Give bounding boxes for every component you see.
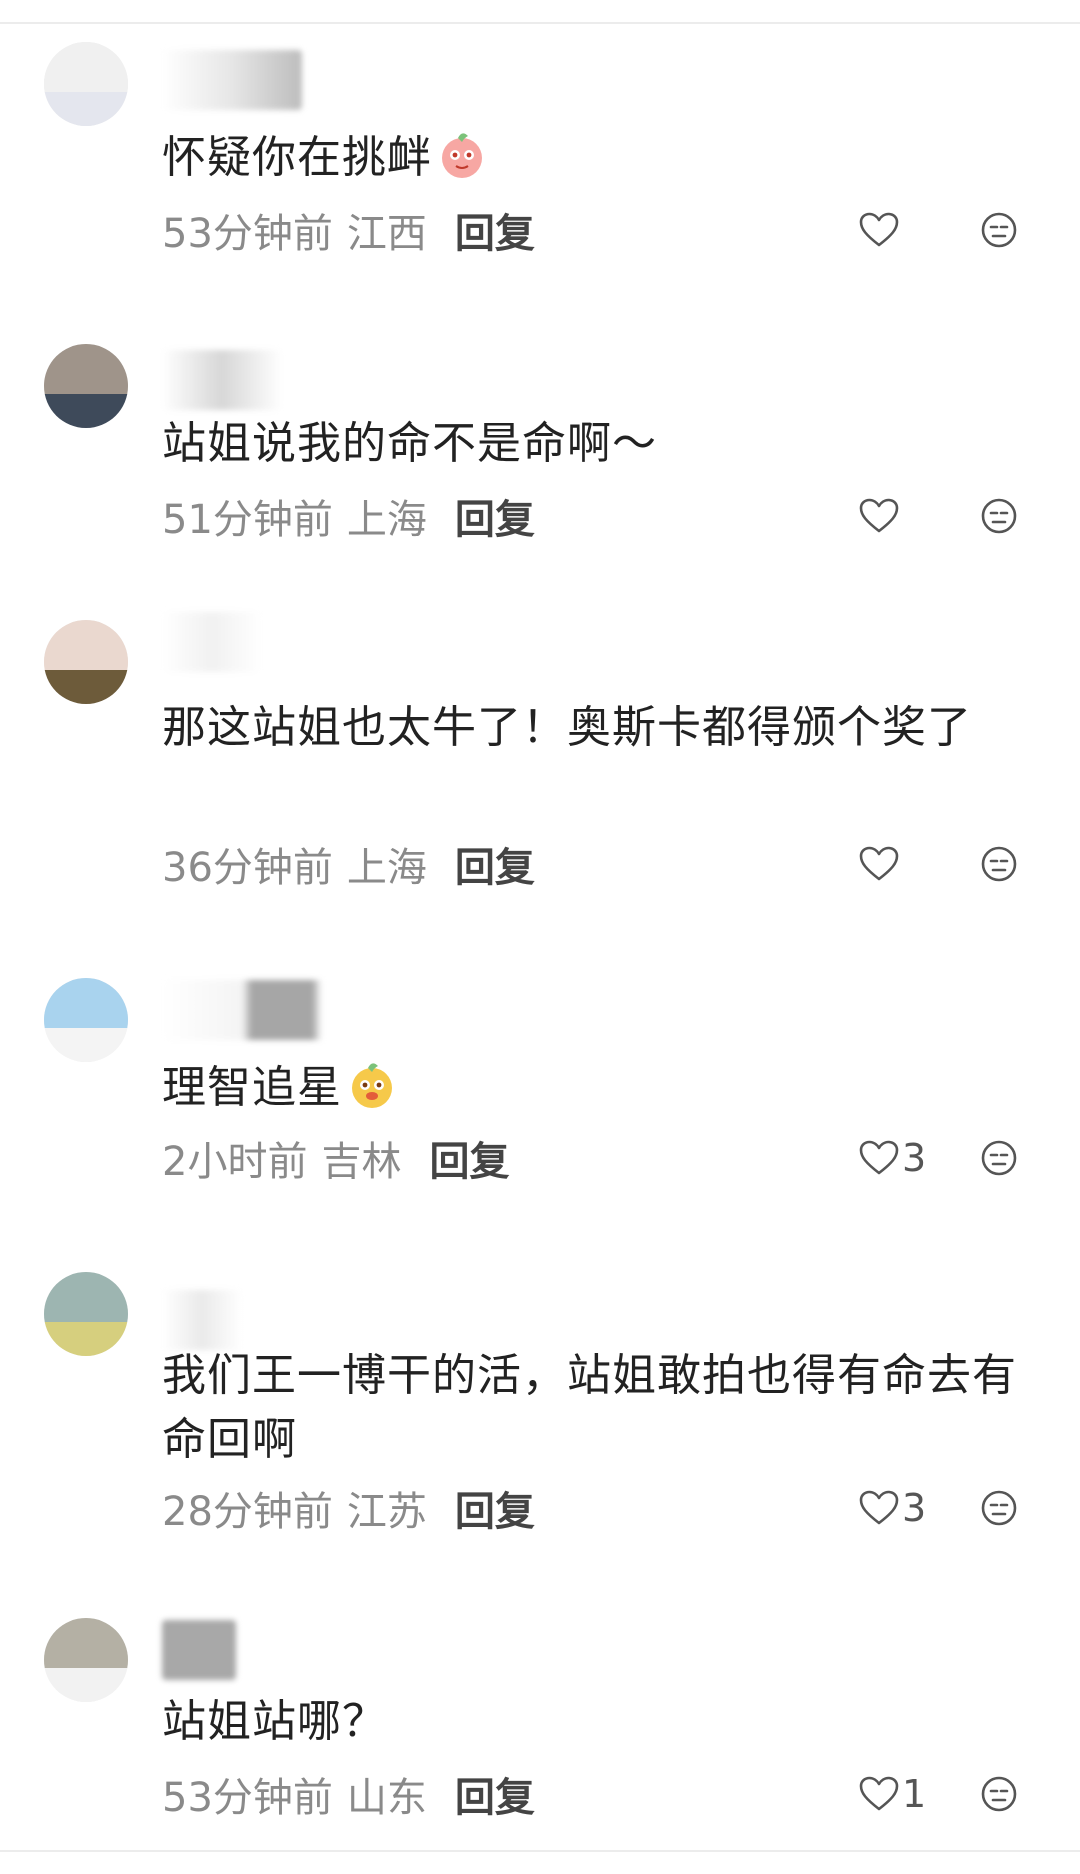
like-button[interactable] <box>858 488 902 544</box>
heart-outline-icon <box>859 212 899 247</box>
avatar[interactable] <box>44 1618 128 1702</box>
comment-location: 吉林 <box>321 1139 402 1185</box>
heart-outline-icon <box>859 846 899 881</box>
like-count: 3 <box>902 1486 927 1530</box>
avatar[interactable] <box>44 344 128 428</box>
like-button[interactable]: 3 <box>858 1130 926 1186</box>
username-redacted[interactable] <box>162 50 302 110</box>
comment-meta: 2小时前 吉林 回复 <box>162 1130 509 1186</box>
reply-button[interactable]: 回复 <box>455 487 535 545</box>
reply-button[interactable]: 回复 <box>455 201 535 259</box>
avatar[interactable] <box>44 978 128 1062</box>
comment-time: 36分钟前 <box>162 845 333 891</box>
reply-button[interactable]: 回复 <box>455 835 535 893</box>
comment-text-content: 站姐站哪？ <box>162 1696 387 1747</box>
neutral-face-icon <box>981 498 1017 534</box>
heart-outline-icon <box>859 1490 899 1525</box>
comment-text: 怀疑你在挑衅 <box>162 126 1032 190</box>
comment-meta: 36分钟前 上海 回复 <box>162 836 535 892</box>
yellow-dog-emoji <box>352 1063 392 1108</box>
heart-outline-icon <box>859 1776 899 1811</box>
comment-meta: 51分钟前 上海 回复 <box>162 488 535 544</box>
reply-button[interactable]: 回复 <box>455 1765 535 1823</box>
comment-location: 江西 <box>346 211 427 257</box>
dislike-button[interactable] <box>980 1130 1020 1186</box>
like-button[interactable]: 3 <box>858 1480 926 1536</box>
top-divider <box>0 22 1080 24</box>
heart-outline-icon <box>859 1140 899 1175</box>
comment-location: 上海 <box>346 845 427 891</box>
username-redacted[interactable] <box>162 980 362 1040</box>
avatar[interactable] <box>44 620 128 704</box>
comment-text: 那这站姐也太牛了！奥斯卡都得颁个奖了 <box>162 696 1032 760</box>
neutral-face-icon <box>981 1776 1017 1812</box>
username-redacted[interactable] <box>162 1290 242 1350</box>
username-redacted[interactable] <box>162 350 282 410</box>
comment-text-content: 那这站姐也太牛了！奥斯卡都得颁个奖了 <box>162 702 972 753</box>
dislike-button[interactable] <box>980 202 1020 258</box>
comment-location: 上海 <box>346 497 427 543</box>
username-redacted[interactable] <box>162 612 262 672</box>
dislike-button[interactable] <box>980 1766 1020 1822</box>
reply-button[interactable]: 回复 <box>429 1129 509 1187</box>
comment-time: 28分钟前 <box>162 1489 333 1535</box>
avatar[interactable] <box>44 1272 128 1356</box>
heart-outline-icon <box>859 498 899 533</box>
like-count: 3 <box>902 1136 927 1180</box>
like-button[interactable]: 1 <box>858 1766 926 1822</box>
neutral-face-icon <box>981 212 1017 248</box>
username-redacted[interactable] <box>162 1620 236 1680</box>
like-count: 1 <box>902 1772 927 1816</box>
neutral-face-icon <box>981 1140 1017 1176</box>
comment-text-content: 我们王一博干的活，站姐敢拍也得有命去有命回啊 <box>162 1350 1017 1465</box>
comment-meta: 53分钟前 山东 回复 <box>162 1766 535 1822</box>
comment-location: 江苏 <box>346 1489 427 1535</box>
comment-text-content: 理智追星 <box>162 1062 342 1113</box>
bottom-divider <box>0 1850 1080 1852</box>
dislike-button[interactable] <box>980 1480 1020 1536</box>
like-button[interactable] <box>858 202 902 258</box>
comment-meta: 53分钟前 江西 回复 <box>162 202 535 258</box>
neutral-face-icon <box>981 846 1017 882</box>
comment-time: 53分钟前 <box>162 1775 333 1821</box>
pink-peach-shy-emoji <box>442 133 482 178</box>
comment-text: 理智追星 <box>162 1056 1032 1120</box>
comment-location: 山东 <box>346 1775 427 1821</box>
comment-text-content: 怀疑你在挑衅 <box>162 132 432 183</box>
comment-time: 2小时前 <box>162 1139 308 1185</box>
comment-text: 站姐站哪？ <box>162 1690 1032 1754</box>
dislike-button[interactable] <box>980 836 1020 892</box>
comment-text: 站姐说我的命不是命啊～ <box>162 412 1032 476</box>
comment-list-page: 怀疑你在挑衅 53分钟前 江西 回复 站姐说我的命不是命啊～ 51分钟前 上海 … <box>0 0 1080 1874</box>
comment-text-content: 站姐说我的命不是命啊～ <box>162 418 657 469</box>
comment-time: 53分钟前 <box>162 211 333 257</box>
comment-text: 我们王一博干的活，站姐敢拍也得有命去有命回啊 <box>162 1344 1032 1472</box>
neutral-face-icon <box>981 1490 1017 1526</box>
comment-meta: 28分钟前 江苏 回复 <box>162 1480 535 1536</box>
avatar[interactable] <box>44 42 128 126</box>
reply-button[interactable]: 回复 <box>455 1479 535 1537</box>
comment-time: 51分钟前 <box>162 497 333 543</box>
like-button[interactable] <box>858 836 902 892</box>
dislike-button[interactable] <box>980 488 1020 544</box>
